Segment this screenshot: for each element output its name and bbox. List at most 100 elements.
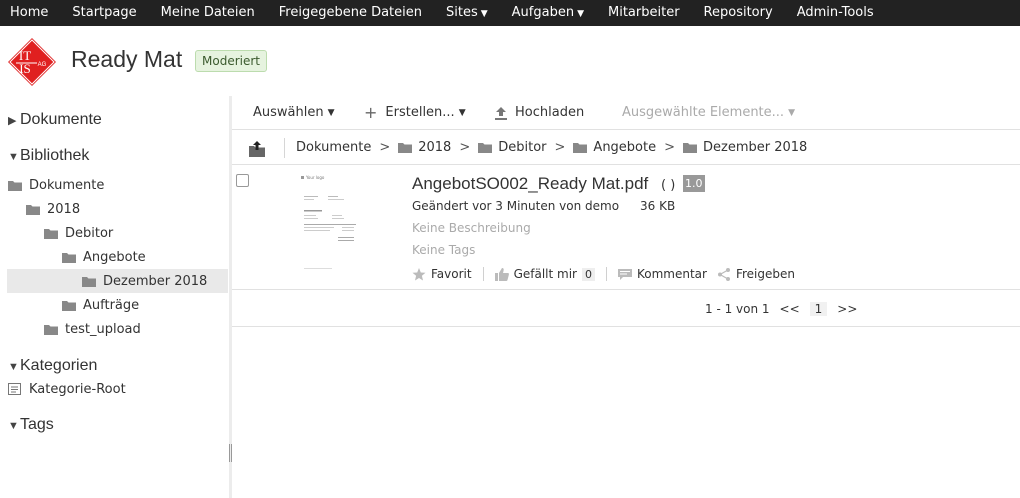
create-button[interactable]: + Erstellen... ▼ bbox=[364, 105, 466, 121]
document-name-link[interactable]: AngebotSO002_Ready Mat.pdf bbox=[412, 174, 648, 194]
breadcrumb-separator: > bbox=[554, 140, 566, 155]
document-row: Your logo AngebotSO002_Ready Mat.pdf ( )… bbox=[232, 166, 1020, 290]
version-badge: 1.0 bbox=[683, 175, 705, 192]
breadcrumb-label: Dokumente bbox=[296, 140, 372, 155]
sidebar-section-kategorien[interactable]: ▼Kategorien bbox=[8, 357, 97, 375]
nav-meine-dateien[interactable]: Meine Dateien bbox=[149, 0, 267, 26]
moderated-badge: Moderiert bbox=[195, 50, 267, 72]
tree-item-2018[interactable]: 2018 bbox=[26, 197, 226, 221]
folder-icon bbox=[398, 142, 413, 153]
caret-down-icon: ▼ bbox=[458, 107, 466, 118]
folder-icon bbox=[478, 142, 493, 153]
breadcrumb-separator: > bbox=[459, 140, 471, 155]
favorite-action[interactable]: Favorit bbox=[412, 267, 472, 281]
share-action[interactable]: Freigeben bbox=[717, 267, 795, 281]
selected-items-button[interactable]: Ausgewählte Elemente... ▼ bbox=[622, 105, 795, 120]
divider bbox=[284, 138, 285, 158]
document-description: Keine Beschreibung bbox=[412, 221, 531, 235]
tree-item-dokumente[interactable]: Dokumente bbox=[8, 173, 228, 197]
share-icon bbox=[717, 267, 730, 281]
folder-up-icon[interactable] bbox=[249, 141, 265, 157]
comment-label: Kommentar bbox=[636, 267, 707, 281]
nav-sites-label: Sites bbox=[446, 4, 478, 20]
breadcrumb-debitor[interactable]: Debitor bbox=[478, 140, 547, 155]
folder-icon bbox=[26, 204, 40, 215]
document-checkbox[interactable] bbox=[236, 174, 249, 187]
create-label: Erstellen... bbox=[385, 105, 455, 120]
site-logo[interactable]: IT IS AG bbox=[6, 36, 58, 88]
favorite-label: Favorit bbox=[431, 267, 472, 281]
splitter-handle[interactable] bbox=[229, 444, 232, 462]
breadcrumb-dezember-2018[interactable]: Dezember 2018 bbox=[683, 140, 807, 155]
folder-icon bbox=[82, 276, 96, 287]
tree-item-angebote[interactable]: Angebote bbox=[62, 245, 222, 269]
star-icon bbox=[412, 267, 426, 280]
nav-sites[interactable]: Sites ▼ bbox=[434, 0, 500, 27]
nav-repository[interactable]: Repository bbox=[692, 0, 785, 26]
breadcrumb-label: Debitor bbox=[498, 140, 547, 155]
document-actions: Favorit Gefällt mir 0 Kommentar Freigebe… bbox=[412, 267, 795, 281]
folder-icon bbox=[573, 142, 588, 153]
pager-prev-button[interactable]: << bbox=[780, 302, 800, 316]
nav-aufgaben-label: Aufgaben bbox=[511, 4, 575, 20]
divider bbox=[482, 267, 484, 281]
upload-label: Hochladen bbox=[515, 105, 585, 120]
breadcrumb-angebote[interactable]: Angebote bbox=[573, 140, 656, 155]
pagination: 1 - 1 von 1 << 1 >> bbox=[232, 291, 1020, 327]
site-title: Ready Mat bbox=[71, 46, 183, 72]
breadcrumb-separator: > bbox=[379, 140, 391, 155]
nav-startpage[interactable]: Startpage bbox=[60, 0, 148, 26]
folder-icon bbox=[62, 300, 76, 311]
sidebar-section-dokumente[interactable]: ▶ Dokumente bbox=[8, 111, 102, 129]
breadcrumb-label: 2018 bbox=[418, 140, 452, 155]
section-label: Kategorien bbox=[20, 357, 98, 374]
tree-item-kategorie-root[interactable]: Kategorie-Root bbox=[8, 377, 208, 401]
breadcrumb-bar: Dokumente > 2018 > Debitor > Angebote > … bbox=[232, 131, 1020, 165]
breadcrumb-separator: > bbox=[664, 140, 676, 155]
logo-text-small: AG bbox=[38, 62, 47, 68]
breadcrumb-dokumente[interactable]: Dokumente bbox=[296, 140, 371, 155]
select-label: Auswählen bbox=[253, 105, 324, 120]
nav-freigegebene-dateien[interactable]: Freigegebene Dateien bbox=[267, 0, 434, 26]
tree-item-debitor[interactable]: Debitor bbox=[44, 221, 224, 245]
nav-mitarbeiter[interactable]: Mitarbeiter bbox=[596, 0, 692, 26]
tree-item-label: Kategorie-Root bbox=[29, 381, 126, 397]
tree-item-test-upload[interactable]: test_upload bbox=[44, 317, 224, 341]
tree-item-dezember-2018[interactable]: Dezember 2018 bbox=[7, 269, 228, 293]
thumbs-up-icon bbox=[494, 267, 509, 281]
tree-item-auftraege[interactable]: Aufträge bbox=[62, 293, 222, 317]
nav-home[interactable]: Home bbox=[0, 0, 60, 26]
nav-aufgaben[interactable]: Aufgaben ▼ bbox=[500, 0, 596, 27]
sidebar-section-tags[interactable]: ▼Tags bbox=[8, 416, 54, 434]
sidebar: ▶ Dokumente ▼Bibliothek Dokumente 2018 De… bbox=[0, 96, 229, 498]
caret-down-icon: ▼ bbox=[788, 107, 795, 118]
folder-icon bbox=[44, 324, 58, 335]
tree-item-label: Angebote bbox=[83, 249, 146, 265]
breadcrumb: Dokumente > 2018 > Debitor > Angebote > … bbox=[296, 140, 807, 155]
triangle-down-icon: ▼ bbox=[8, 151, 19, 163]
like-label: Gefällt mir bbox=[513, 267, 577, 281]
upload-button[interactable]: Hochladen bbox=[494, 105, 584, 120]
triangle-right-icon: ▶ bbox=[8, 115, 17, 127]
pager-next-button[interactable]: >> bbox=[837, 302, 857, 316]
document-tags: Keine Tags bbox=[412, 243, 476, 257]
tree-item-label: Aufträge bbox=[83, 297, 140, 313]
document-thumbnail[interactable]: Your logo bbox=[298, 172, 362, 276]
like-action[interactable]: Gefällt mir 0 bbox=[494, 267, 595, 281]
document-parens: ( ) bbox=[661, 178, 676, 193]
top-navigation: Home Startpage Meine Dateien Freigegeben… bbox=[0, 0, 1020, 26]
pager-summary: 1 - 1 von 1 bbox=[705, 302, 770, 316]
tree-item-label: Dokumente bbox=[29, 177, 105, 193]
document-modified: Geändert vor 3 Minuten von demo bbox=[412, 199, 620, 213]
caret-down-icon: ▼ bbox=[480, 8, 488, 19]
sidebar-section-bibliothek[interactable]: ▼Bibliothek bbox=[8, 147, 89, 165]
folder-icon bbox=[683, 142, 698, 153]
nav-admin-tools[interactable]: Admin-Tools bbox=[785, 0, 886, 26]
folder-icon bbox=[62, 252, 76, 263]
pager-current-page: 1 bbox=[809, 302, 828, 316]
comment-action[interactable]: Kommentar bbox=[617, 267, 707, 281]
breadcrumb-label: Dezember 2018 bbox=[703, 140, 808, 155]
divider bbox=[605, 267, 607, 281]
breadcrumb-2018[interactable]: 2018 bbox=[398, 140, 451, 155]
select-button[interactable]: Auswählen ▼ bbox=[253, 105, 335, 120]
